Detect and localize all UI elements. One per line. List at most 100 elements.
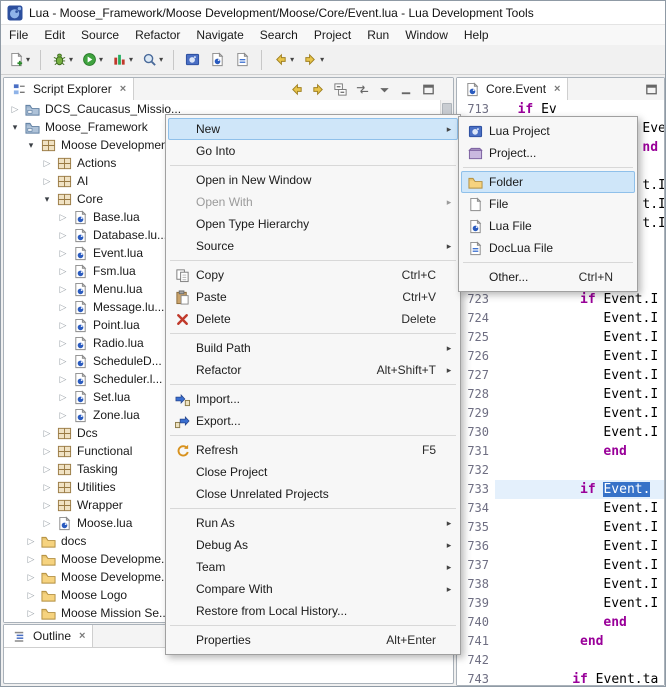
collapsed-arrow-icon[interactable]: ▷ (58, 266, 68, 277)
menubar-item-navigate[interactable]: Navigate (188, 25, 251, 45)
menu-item-properties[interactable]: PropertiesAlt+Enter (168, 629, 458, 651)
expanded-arrow-icon[interactable]: ▾ (26, 140, 36, 151)
collapsed-arrow-icon[interactable]: ▷ (26, 608, 36, 619)
code-line-723[interactable]: 723if Event.I (457, 290, 664, 309)
collapsed-arrow-icon[interactable]: ▷ (58, 302, 68, 313)
menu-item-import[interactable]: Import... (168, 388, 458, 410)
expanded-arrow-icon[interactable]: ▾ (10, 122, 20, 133)
forward-button[interactable]: ▾ (299, 47, 327, 73)
code-line-743[interactable]: 743if Event.ta (457, 670, 664, 685)
collapsed-arrow-icon[interactable]: ▷ (10, 104, 20, 115)
menu-item-lua-file[interactable]: Lua File (461, 215, 635, 237)
expanded-arrow-icon[interactable]: ▾ (42, 194, 52, 205)
collapsed-arrow-icon[interactable]: ▷ (58, 410, 68, 421)
close-icon[interactable]: × (120, 83, 126, 95)
code-line-734[interactable]: 734Event.I (457, 499, 664, 518)
code-line-740[interactable]: 740end (457, 613, 664, 632)
collapsed-arrow-icon[interactable]: ▷ (58, 392, 68, 403)
debug-button[interactable]: ▾ (48, 47, 76, 73)
menubar-item-search[interactable]: Search (252, 25, 306, 45)
menu-item-team[interactable]: Team▸ (168, 556, 458, 578)
collapsed-arrow-icon[interactable]: ▷ (42, 428, 52, 439)
menubar-item-project[interactable]: Project (306, 25, 359, 45)
code-line-728[interactable]: 728Event.I (457, 385, 664, 404)
menu-item-close-project[interactable]: Close Project (168, 461, 458, 483)
back-button[interactable]: ▾ (269, 47, 297, 73)
new-lua-file-button[interactable] (206, 47, 229, 73)
back-button[interactable] (286, 79, 307, 100)
menu-item-copy[interactable]: CopyCtrl+C (168, 264, 458, 286)
menubar-item-window[interactable]: Window (397, 25, 456, 45)
collapsed-arrow-icon[interactable]: ▷ (26, 554, 36, 565)
collapsed-arrow-icon[interactable]: ▷ (58, 320, 68, 331)
menu-item-run-as[interactable]: Run As▸ (168, 512, 458, 534)
collapsed-arrow-icon[interactable]: ▷ (42, 176, 52, 187)
collapsed-arrow-icon[interactable]: ▷ (42, 482, 52, 493)
collapsed-arrow-icon[interactable]: ▷ (58, 212, 68, 223)
menu-item-new[interactable]: New▸ (168, 118, 458, 140)
menu-item-source[interactable]: Source▸ (168, 235, 458, 257)
code-line-730[interactable]: 730Event.I (457, 423, 664, 442)
tab-script-explorer[interactable]: Script Explorer × (4, 78, 134, 100)
menu-item-doclua-file[interactable]: DocLua File (461, 237, 635, 259)
link-editor-button[interactable] (352, 79, 373, 100)
new-button[interactable]: ▾ (5, 47, 33, 73)
code-line-742[interactable]: 742 (457, 651, 664, 670)
menubar-item-refactor[interactable]: Refactor (127, 25, 188, 45)
close-icon[interactable]: × (554, 83, 560, 95)
new-doclua-file-button[interactable] (231, 47, 254, 73)
menu-item-refresh[interactable]: RefreshF5 (168, 439, 458, 461)
collapsed-arrow-icon[interactable]: ▷ (58, 284, 68, 295)
collapsed-arrow-icon[interactable]: ▷ (42, 446, 52, 457)
collapsed-arrow-icon[interactable]: ▷ (58, 230, 68, 241)
menu-item-project[interactable]: Project... (461, 142, 635, 164)
menubar-item-edit[interactable]: Edit (36, 25, 73, 45)
collapsed-arrow-icon[interactable]: ▷ (42, 500, 52, 511)
run-button[interactable]: ▾ (78, 47, 106, 73)
collapsed-arrow-icon[interactable]: ▷ (58, 338, 68, 349)
collapsed-arrow-icon[interactable]: ▷ (58, 248, 68, 259)
menu-item-restore-from-local-history[interactable]: Restore from Local History... (168, 600, 458, 622)
menu-item-build-path[interactable]: Build Path▸ (168, 337, 458, 359)
code-line-741[interactable]: 741end (457, 632, 664, 651)
code-line-737[interactable]: 737Event.I (457, 556, 664, 575)
code-line-736[interactable]: 736Event.I (457, 537, 664, 556)
code-line-724[interactable]: 724Event.I (457, 309, 664, 328)
code-line-733[interactable]: 733if Event. (457, 480, 664, 499)
menu-item-open-in-new-window[interactable]: Open in New Window (168, 169, 458, 191)
new-lua-project-button[interactable] (181, 47, 204, 73)
maximize-button[interactable] (418, 79, 439, 100)
menu-item-paste[interactable]: PasteCtrl+V (168, 286, 458, 308)
code-line-727[interactable]: 727Event.I (457, 366, 664, 385)
collapsed-arrow-icon[interactable]: ▷ (26, 536, 36, 547)
code-line-726[interactable]: 726Event.I (457, 347, 664, 366)
code-line-735[interactable]: 735Event.I (457, 518, 664, 537)
code-line-739[interactable]: 739Event.I (457, 594, 664, 613)
menubar-item-source[interactable]: Source (73, 25, 127, 45)
menu-item-refactor[interactable]: RefactorAlt+Shift+T▸ (168, 359, 458, 381)
menu-item-debug-as[interactable]: Debug As▸ (168, 534, 458, 556)
collapsed-arrow-icon[interactable]: ▷ (42, 158, 52, 169)
collapsed-arrow-icon[interactable]: ▷ (58, 356, 68, 367)
menu-item-file[interactable]: File (461, 193, 635, 215)
close-icon[interactable]: × (79, 630, 85, 642)
menubar-item-file[interactable]: File (1, 25, 36, 45)
menu-item-delete[interactable]: DeleteDelete (168, 308, 458, 330)
menu-item-other[interactable]: Other...Ctrl+N (461, 266, 635, 288)
minimize-button[interactable] (396, 79, 417, 100)
code-line-732[interactable]: 732 (457, 461, 664, 480)
forward-button[interactable] (308, 79, 329, 100)
collapsed-arrow-icon[interactable]: ▷ (42, 518, 52, 529)
collapse-all-button[interactable] (330, 79, 351, 100)
menu-item-close-unrelated-projects[interactable]: Close Unrelated Projects (168, 483, 458, 505)
menu-item-compare-with[interactable]: Compare With▸ (168, 578, 458, 600)
collapsed-arrow-icon[interactable]: ▷ (42, 464, 52, 475)
menubar-item-run[interactable]: Run (359, 25, 397, 45)
code-line-725[interactable]: 725Event.I (457, 328, 664, 347)
code-line-731[interactable]: 731end (457, 442, 664, 461)
menu-item-export[interactable]: Export... (168, 410, 458, 432)
menu-item-open-type-hierarchy[interactable]: Open Type Hierarchy (168, 213, 458, 235)
coverage-button[interactable]: ▾ (108, 47, 136, 73)
menu-item-go-into[interactable]: Go Into (168, 140, 458, 162)
code-line-738[interactable]: 738Event.I (457, 575, 664, 594)
